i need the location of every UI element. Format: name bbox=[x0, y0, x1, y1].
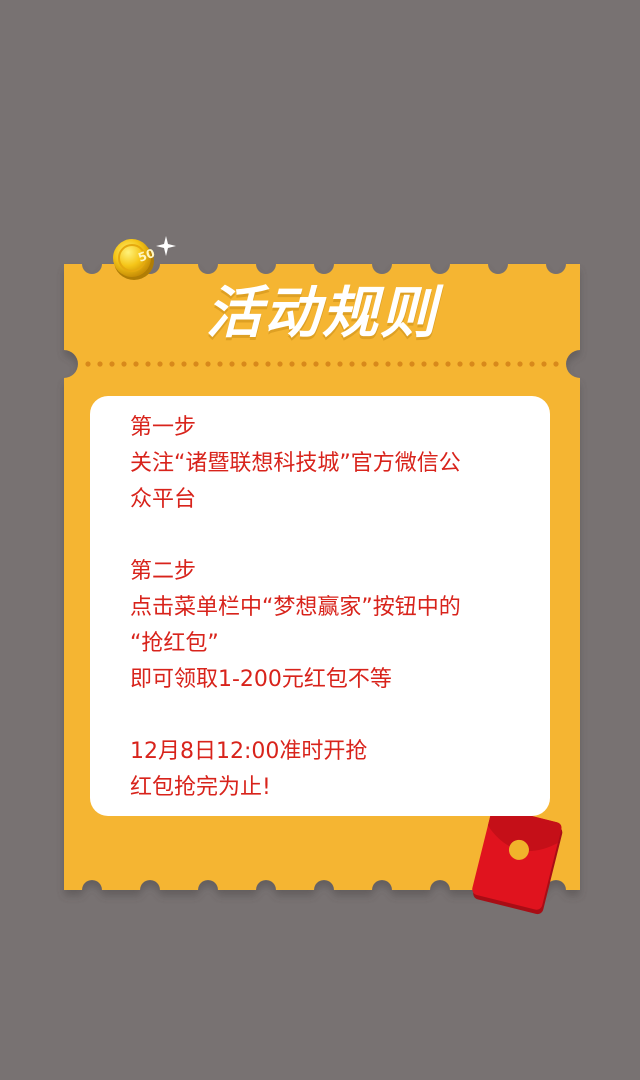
gold-coin-icon: 50 bbox=[113, 239, 157, 280]
step1-line: 关注“诸暨联想科技城”官方微信公 bbox=[130, 451, 461, 476]
step2-heading: 第二步 bbox=[130, 559, 197, 584]
step1-heading: 第一步 bbox=[130, 415, 197, 440]
rules-panel: 第一步 关注“诸暨联想科技城”官方微信公 众平台 第二步 点击菜单栏中“梦想赢家… bbox=[90, 396, 550, 816]
start-time-text: 12月8日12:00准时开抢 bbox=[130, 739, 368, 764]
step1-line: 众平台 bbox=[130, 487, 197, 512]
step2-line: 即可领取1-200元红包不等 bbox=[130, 667, 392, 692]
page: 50 活动规则 第一步 关注“诸暨联想科技城”官方微信公 众平台 第二步 点击菜… bbox=[0, 0, 640, 1080]
rules-text: 第一步 关注“诸暨联想科技城”官方微信公 众平台 第二步 点击菜单栏中“梦想赢家… bbox=[130, 410, 540, 806]
page-title: 活动规则 bbox=[206, 281, 438, 346]
step2-line: 点击菜单栏中“梦想赢家”按钮中的 bbox=[130, 595, 461, 620]
sparkle-icon bbox=[156, 236, 176, 256]
step2-line: “抢红包” bbox=[130, 631, 219, 656]
end-condition-text: 红包抢完为止! bbox=[130, 775, 271, 800]
